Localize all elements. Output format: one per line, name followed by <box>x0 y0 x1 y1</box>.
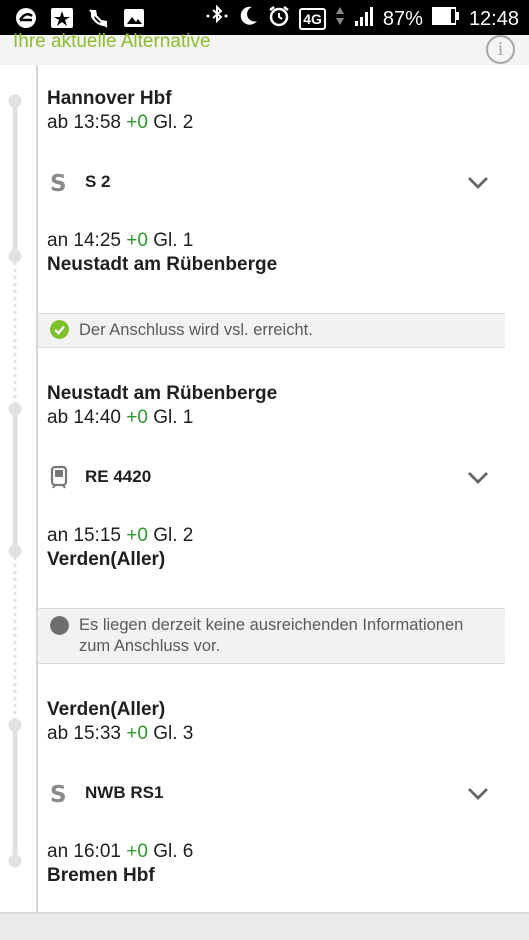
departure-time: ab 15:33 +0 Gl. 3 <box>47 723 193 745</box>
star-notification-icon <box>50 6 74 30</box>
departure-time: ab 14:40 +0 Gl. 1 <box>47 407 193 429</box>
battery-percentage: 87% <box>382 7 423 30</box>
arrival-station: Neustadt am Rübenberge <box>47 254 278 275</box>
connection-status-line: Es liegen derzeit keine ausreichenden In… <box>79 616 464 634</box>
bluetooth-icon <box>204 4 230 33</box>
arrival-time-value: an 16:01 <box>47 841 121 862</box>
connection-status-text: Der Anschluss wird vsl. erreicht. <box>79 321 313 339</box>
departure-time: ab 13:58 +0 Gl. 2 <box>47 112 193 134</box>
stop-dot <box>8 718 22 732</box>
departure-station: Verden(Aller) <box>47 699 166 720</box>
sbahn-icon: S <box>50 782 67 805</box>
delay-value: +0 <box>126 230 148 251</box>
stop-dot <box>8 94 22 108</box>
connection-notice: Es liegen derzeit keine ausreichenden In… <box>38 608 505 664</box>
platform: Gl. 2 <box>153 525 194 546</box>
sbahn-icon: S <box>50 171 67 194</box>
page-title: Ihre aktuelle Alternative <box>13 31 211 52</box>
moon-icon <box>239 5 259 33</box>
unknown-status-icon <box>50 616 69 635</box>
stop-dot <box>8 402 22 416</box>
departure-station: Hannover Hbf <box>47 88 172 109</box>
delay-value: +0 <box>126 723 148 744</box>
delay-value: +0 <box>126 112 148 133</box>
arrival-time: an 14:25 +0 Gl. 1 <box>47 230 193 252</box>
connection-notice: Der Anschluss wird vsl. erreicht. <box>38 313 505 348</box>
platform: Gl. 1 <box>153 407 194 428</box>
image-icon <box>122 6 146 30</box>
connection-status-line: zum Anschluss vor. <box>79 637 221 655</box>
platform: Gl. 3 <box>153 723 194 744</box>
chevron-down-icon[interactable] <box>467 176 489 190</box>
svg-text:S: S <box>50 782 67 805</box>
connection-status-text: Es liegen derzeit keine ausreichenden In… <box>79 615 463 657</box>
delay-value: +0 <box>126 841 148 862</box>
regional-train-icon <box>50 465 68 489</box>
platform: Gl. 2 <box>153 112 194 133</box>
platform: Gl. 1 <box>153 230 194 251</box>
train-row[interactable]: RE 4420 <box>47 463 151 491</box>
alarm-icon <box>268 5 290 33</box>
train-row[interactable]: S NWB RS1 <box>47 779 163 807</box>
delay-value: +0 <box>126 407 148 428</box>
network-type-badge: 4G <box>299 8 326 30</box>
divider-line <box>36 65 38 912</box>
stop-dot <box>8 249 22 263</box>
train-name: RE 4420 <box>85 467 152 486</box>
signal-icon <box>354 6 374 32</box>
journey-card: Hannover Hbf ab 13:58 +0 Gl. 2 S S 2 an … <box>0 65 529 912</box>
departure-time-value: ab 14:40 <box>47 407 121 428</box>
chevron-down-icon[interactable] <box>467 787 489 801</box>
arrival-station: Bremen Hbf <box>47 865 155 886</box>
data-arrows-icon <box>335 5 345 33</box>
app-notification-icon <box>14 6 38 30</box>
arrival-station: Verden(Aller) <box>47 549 166 570</box>
bottom-area <box>0 912 529 940</box>
stop-dot <box>8 854 22 868</box>
svg-text:S: S <box>50 171 67 194</box>
arrival-time-value: an 14:25 <box>47 230 121 251</box>
train-name: S 2 <box>85 172 111 191</box>
info-icon[interactable]: i <box>486 35 515 64</box>
platform: Gl. 6 <box>153 841 194 862</box>
delay-value: +0 <box>126 525 148 546</box>
phone-off-icon <box>86 6 110 30</box>
train-row[interactable]: S S 2 <box>47 168 111 196</box>
departure-time-value: ab 13:58 <box>47 112 121 133</box>
alternative-header: Ihre aktuelle Alternative i <box>0 31 529 65</box>
departure-station: Neustadt am Rübenberge <box>47 383 278 404</box>
departure-time-value: ab 15:33 <box>47 723 121 744</box>
clock: 12:48 <box>468 7 519 30</box>
timeline <box>8 94 22 868</box>
check-circle-icon <box>50 320 69 339</box>
status-bar: 4G 87% 12:48 <box>0 0 529 35</box>
arrival-time: an 16:01 +0 Gl. 6 <box>47 841 193 863</box>
battery-icon <box>431 6 460 32</box>
arrival-time-value: an 15:15 <box>47 525 121 546</box>
chevron-down-icon[interactable] <box>467 471 489 485</box>
stop-dot <box>8 544 22 558</box>
arrival-time: an 15:15 +0 Gl. 2 <box>47 525 193 547</box>
train-name: NWB RS1 <box>85 783 164 802</box>
